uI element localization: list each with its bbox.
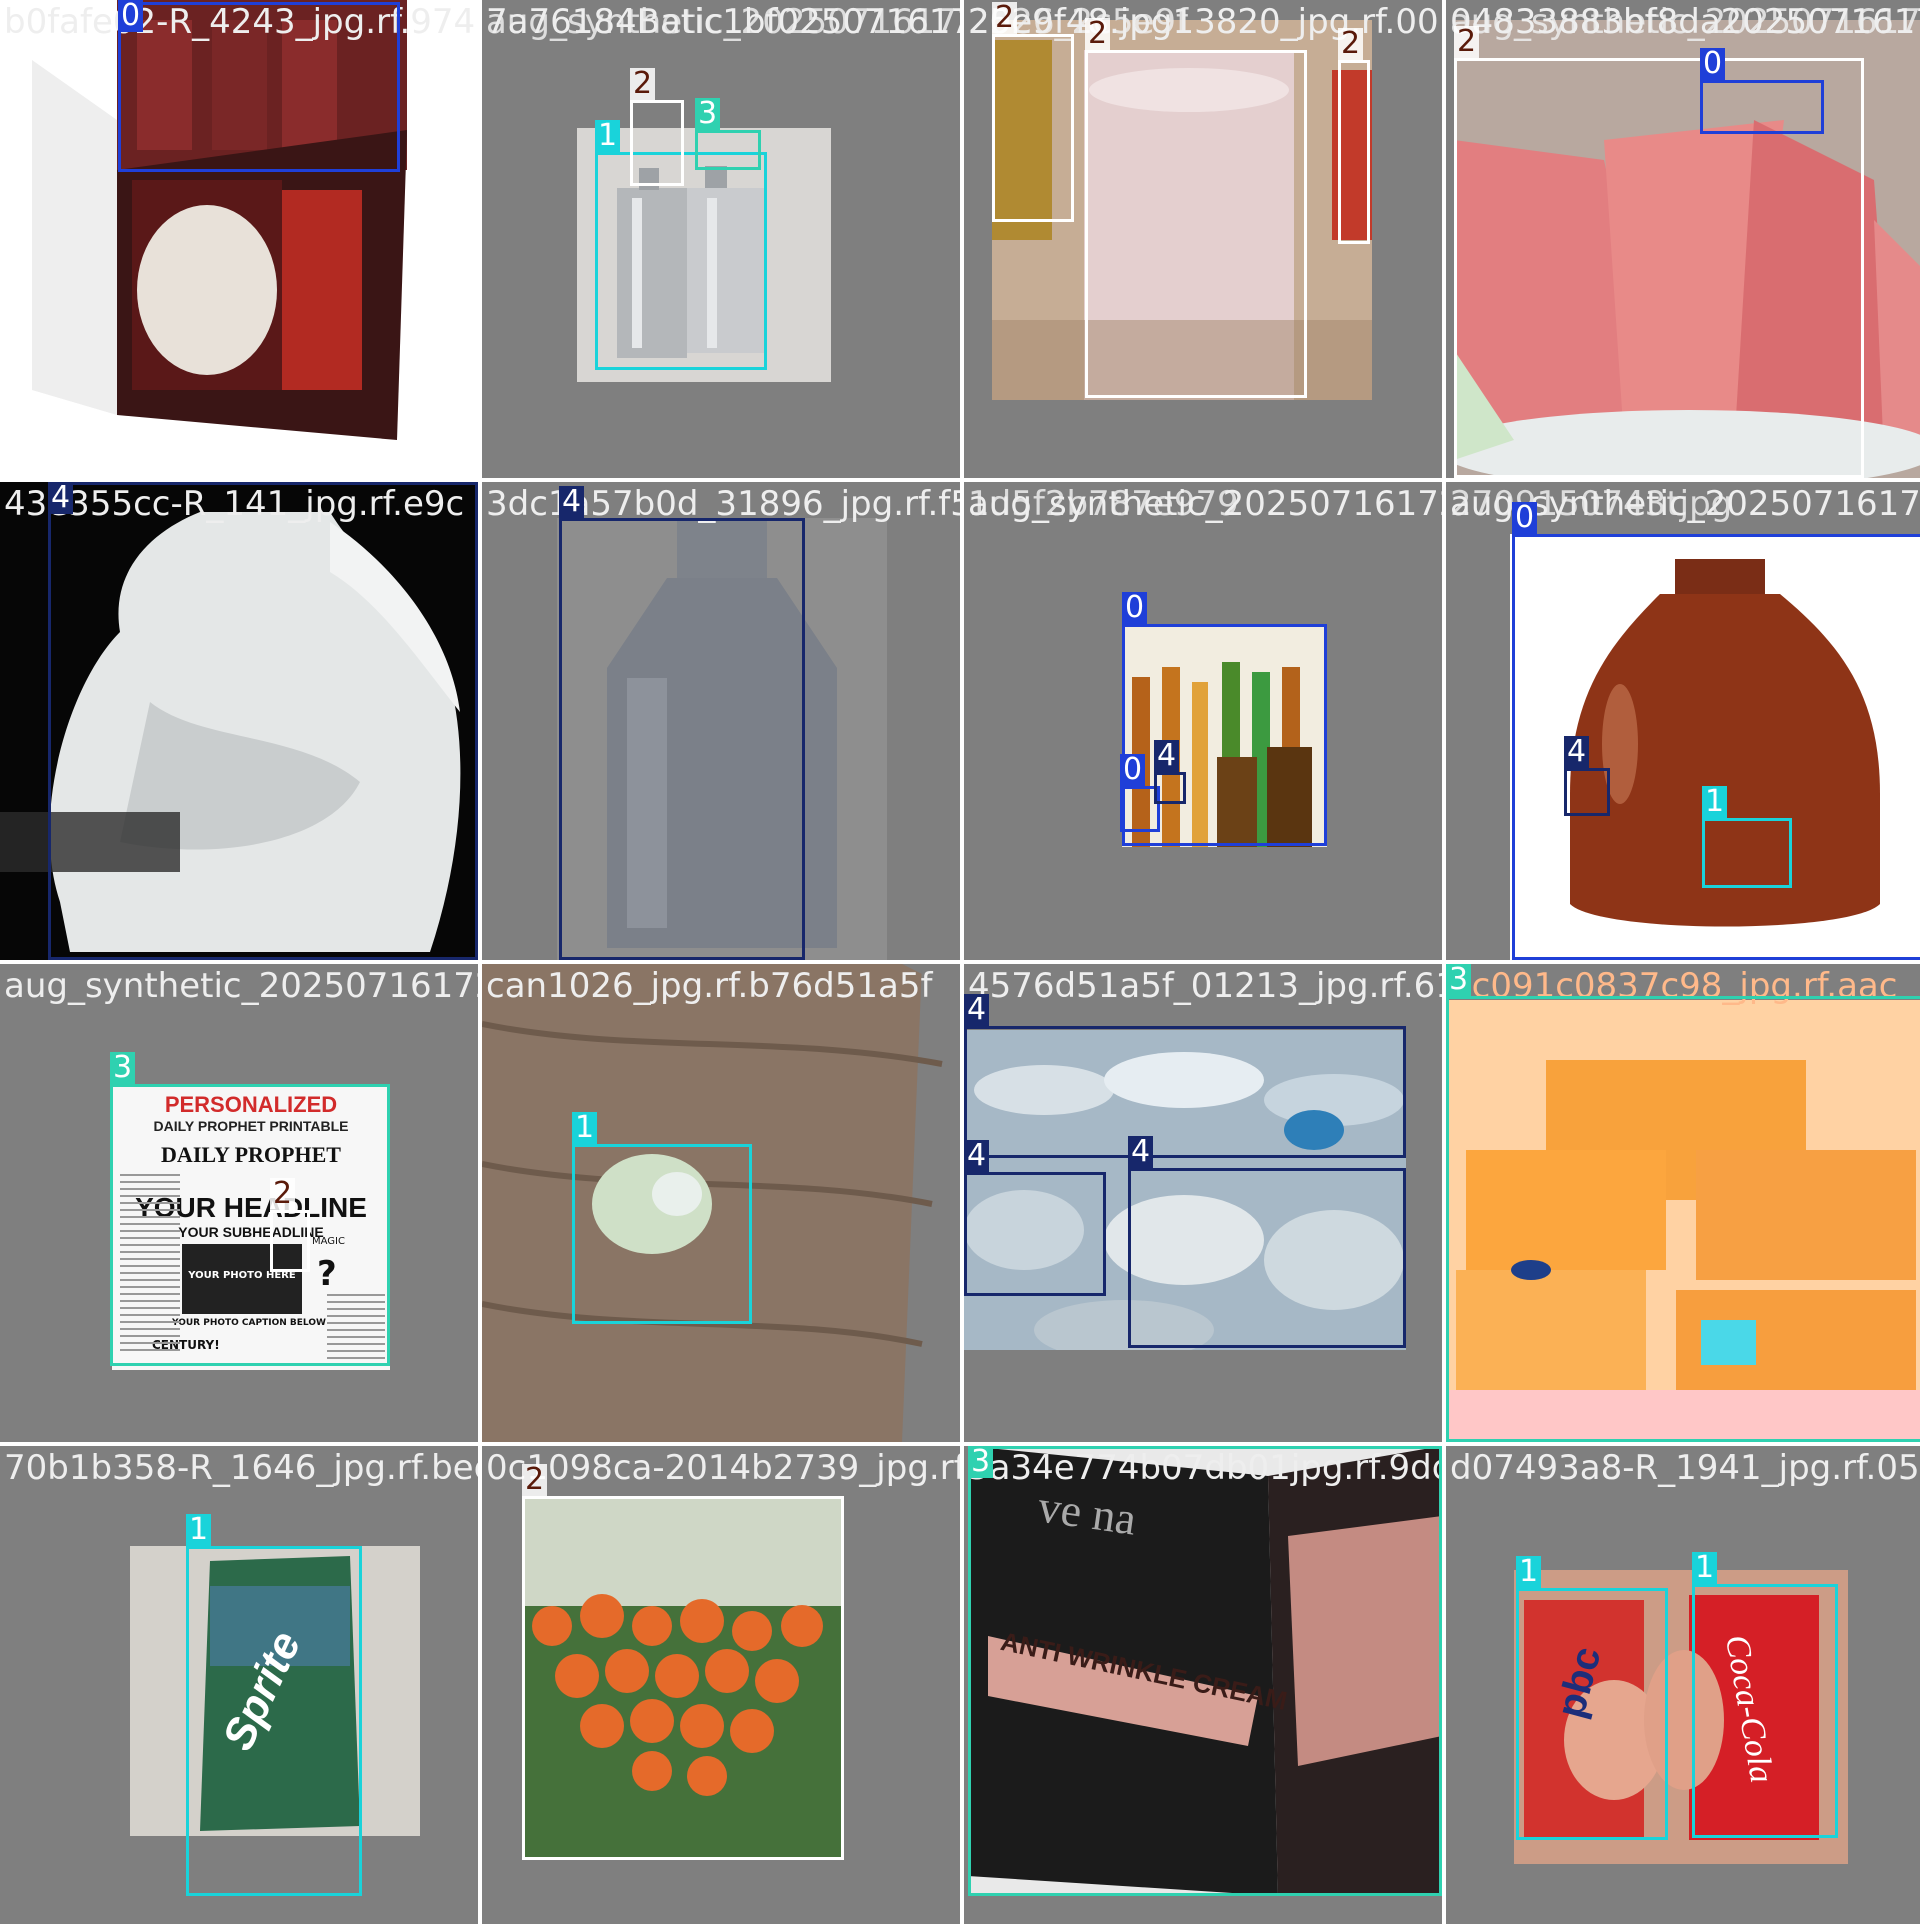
- bbox-class-label: 4: [1154, 740, 1180, 772]
- bbox-class-4: [48, 482, 478, 960]
- tile-1: b0fafe02-R_4243_jpg.rf.974 0: [0, 0, 478, 478]
- bbox-class-label: 0: [118, 0, 144, 32]
- tile-12: 3c091c0837c98_jpg.rf.aac 3: [1446, 964, 1920, 1442]
- bbox-class-1: [1702, 818, 1792, 888]
- bbox-class-label: 2: [1454, 26, 1480, 58]
- bbox-class-3: [968, 1446, 1442, 1896]
- tile-caption: 4576d51a5f_01213_jpg.rf.61c: [968, 966, 1442, 1006]
- bbox-class-label: 1: [186, 1514, 212, 1546]
- bbox-class-label: 3: [1446, 964, 1472, 996]
- tile-16: pbc Coca-Cola d07493a8-R_1941_jpg.rf.058…: [1446, 1446, 1920, 1924]
- tile-caption: 7a76184Batic1bf0250716172: [486, 2, 960, 42]
- mosaic-grid: b0fafe02-R_4243_jpg.rf.974 0 7a76184Bati…: [0, 0, 1920, 1924]
- bbox-class-label: 2: [270, 1178, 296, 1210]
- bbox-class-2: [522, 1496, 844, 1860]
- tile-5: 43e355cc-R_141_jpg.rf.e9c 4: [0, 482, 478, 960]
- tile-caption-overlap: 2709150743tjpg: [1450, 484, 1733, 524]
- bbox-class-4: [964, 1026, 1406, 1158]
- bbox-class-label: 4: [964, 1140, 990, 1172]
- bbox-class-label: 2: [630, 68, 656, 100]
- tile-11: 4576d51a5f_01213_jpg.rf.61c 4 4 4: [964, 964, 1442, 1442]
- tile-2: 7a76184Batic1bf0250716172 aug_synthetic_…: [482, 0, 960, 478]
- bbox-class-3: [110, 1084, 390, 1366]
- bbox-class-label: 3: [695, 98, 721, 130]
- bbox-class-label: 4: [964, 994, 990, 1026]
- bbox-class-label: 2: [522, 1464, 548, 1496]
- tile-3: 25e9f48.jpg13820_jpg.rf.00 2026_2c5e9f 2…: [964, 0, 1442, 478]
- tile-7: aug_synthetic_20250716172 1d5f2b787e979 …: [964, 482, 1442, 960]
- tile-caption: aug_synthetic_20250716172: [4, 966, 478, 1006]
- bbox-class-label: 1: [1516, 1556, 1542, 1588]
- bbox-class-0: [118, 2, 400, 172]
- tile-13: Sprite 70b1b358-R_1646_jpg.rf.bec 1: [0, 1446, 478, 1924]
- tile-caption: 0c1098ca-2014b2739_jpg.rf.7a: [486, 1448, 960, 1488]
- bbox-class-label: 2: [992, 2, 1018, 34]
- tile-15: ve na ANTI WRINKLE CREAM 5a34e774b07db01…: [964, 1446, 1442, 1924]
- tile-caption-overlap: aug_synthetic_20250716172: [486, 2, 960, 42]
- bbox-class-label: 4: [1128, 1136, 1154, 1168]
- bbox-class-3: [1446, 996, 1920, 1442]
- bbox-class-1: [572, 1144, 752, 1324]
- bbox-class-2: [270, 1210, 310, 1272]
- tile-9: PERSONALIZED DAILY PROPHET PRINTABLE DAI…: [0, 964, 478, 1442]
- tile-10: can1026_jpg.rf.b76d51a5f 1: [482, 964, 960, 1442]
- bbox-class-label: 4: [48, 482, 74, 514]
- tile-caption-overlap: 1d5f2b787e979: [968, 484, 1239, 524]
- bbox-class-4: [964, 1172, 1106, 1296]
- bbox-class-label: 1: [1702, 786, 1728, 818]
- bbox-class-label: 1: [572, 1112, 598, 1144]
- bbox-class-label: 3: [110, 1052, 136, 1084]
- bbox-class-label: 0: [1512, 502, 1538, 534]
- tile-6: 3dc1a57b0d_31896_jpg.rf.f52f 4: [482, 482, 960, 960]
- bbox-class-label: 0: [1700, 48, 1726, 80]
- bbox-class-label: 1: [1692, 1552, 1718, 1584]
- bbox-class-2: [1338, 60, 1370, 244]
- bbox-class-label: 1: [595, 120, 621, 152]
- tile-caption: aug_synthetic_20250716172: [968, 484, 1442, 524]
- bbox-class-1: [1516, 1588, 1668, 1840]
- bbox-class-0: [1700, 80, 1824, 134]
- tile-8: aug_synthetic_20250716172 2709150743tjpg…: [1446, 482, 1920, 960]
- bbox-class-2: [1085, 50, 1307, 398]
- bbox-class-label: 4: [1564, 736, 1590, 768]
- bbox-class-4: [559, 518, 805, 960]
- bbox-class-1: [186, 1546, 362, 1896]
- tile-caption: 70b1b358-R_1646_jpg.rf.bec: [4, 1448, 478, 1488]
- bbox-class-3: [695, 130, 761, 170]
- bbox-class-4: [1154, 772, 1186, 804]
- tile-4: 04833883bf8da20250716172 aug_synthetic_2…: [1446, 0, 1920, 478]
- bbox-class-4: [1564, 768, 1610, 816]
- bbox-class-label: 3: [968, 1446, 994, 1478]
- bbox-class-2: [992, 34, 1074, 222]
- bbox-class-1: [1692, 1584, 1838, 1838]
- bbox-class-label: 4: [559, 486, 585, 518]
- bbox-class-label: 2: [1085, 18, 1111, 50]
- tile-14: 0c1098ca-2014b2739_jpg.rf.7a 2: [482, 1446, 960, 1924]
- bbox-class-2: [630, 100, 684, 186]
- bbox-class-label: 0: [1122, 592, 1148, 624]
- tile-caption: d07493a8-R_1941_jpg.rf.058: [1450, 1448, 1920, 1488]
- bbox-class-label: 2: [1338, 28, 1364, 60]
- bbox-class-4: [1128, 1168, 1406, 1348]
- bbox-class-label: 0: [1120, 754, 1146, 786]
